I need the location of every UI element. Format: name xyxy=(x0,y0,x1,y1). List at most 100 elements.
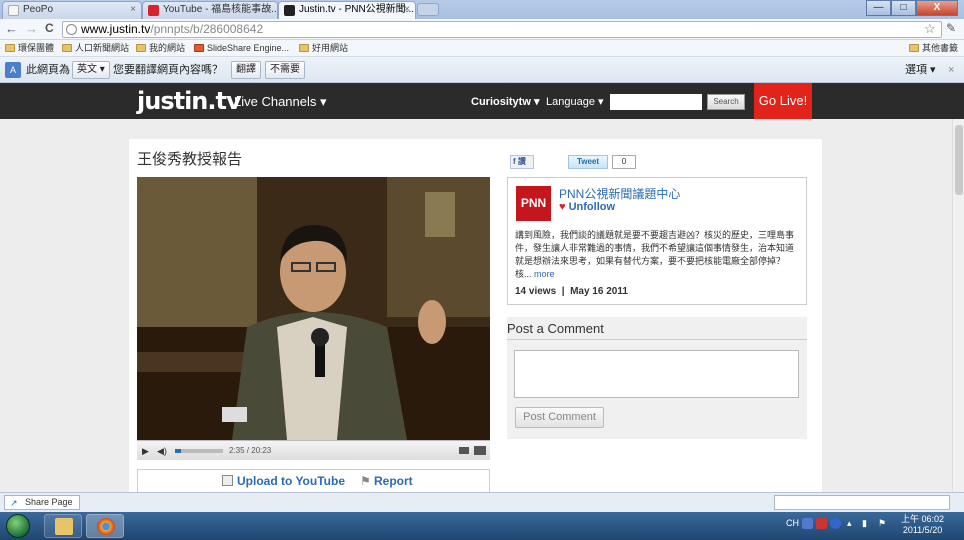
flag-icon[interactable]: ⚑ xyxy=(878,518,886,529)
other-bookmarks[interactable]: 其他書籤 xyxy=(909,40,958,56)
browser-toolbar: ← → C www.justin.tv/pnnpts/b/286008642 xyxy=(0,19,964,40)
taskbar-chrome[interactable] xyxy=(86,514,124,538)
bookmark-item[interactable]: SlideShare Engine... xyxy=(194,40,289,56)
wrench-icon[interactable]: ✎ xyxy=(946,21,956,35)
reload-button[interactable]: C xyxy=(45,21,54,35)
translate-bar: A 此網頁為 英文 ▾ 您要翻譯網頁內容嗎？ 翻譯 不需要 選項 ▾ × xyxy=(0,57,964,83)
close-window-button[interactable]: X xyxy=(916,0,958,16)
maximize-button[interactable]: □ xyxy=(891,0,916,16)
translate-icon: A xyxy=(5,62,21,78)
address-bar[interactable]: www.justin.tv/pnnpts/b/286008642 xyxy=(62,21,942,38)
page-scrollbar[interactable] xyxy=(952,119,964,492)
browser-tab-justintv[interactable]: Justin.tv - PNN公視新聞... × xyxy=(278,1,416,19)
user-menu[interactable]: Curiositytw ▾ xyxy=(471,95,539,108)
bookmark-item[interactable]: 人口新聞網站 xyxy=(62,40,129,56)
tweet-count: 0 xyxy=(612,155,636,169)
search-button[interactable]: Search xyxy=(707,94,745,110)
channel-logo[interactable]: PNN xyxy=(516,186,551,221)
unfollow-button[interactable]: ♥ Unfollow xyxy=(559,201,615,213)
translate-question: 您要翻譯網頁內容嗎？ xyxy=(113,64,223,76)
no-translate-button[interactable]: 不需要 xyxy=(265,61,305,79)
tray-expand-icon[interactable]: ▴ xyxy=(847,518,852,529)
folder-icon xyxy=(55,518,73,535)
share-icon: ↗ xyxy=(10,498,18,508)
bookmark-item[interactable]: 我的網站 xyxy=(136,40,185,56)
folder-icon xyxy=(909,44,919,52)
report-link[interactable]: Report xyxy=(374,470,413,492)
comment-textarea[interactable] xyxy=(514,350,799,398)
browser-tab-youtube[interactable]: YouTube - 福島核能事故... × xyxy=(142,1,278,19)
close-icon[interactable]: × xyxy=(948,57,954,83)
system-clock[interactable]: 上午 06:02 2011/5/20 xyxy=(901,514,944,536)
browser-bottom-shelf: ↗ Share Page xyxy=(0,492,964,512)
settings-icon[interactable] xyxy=(459,447,469,454)
folder-icon xyxy=(136,44,146,52)
time-display: 2:35 / 20:23 xyxy=(229,446,272,455)
bookmark-item[interactable]: 環保團體 xyxy=(5,40,54,56)
comment-section: Post a Comment Post Comment xyxy=(507,317,807,439)
post-comment-button[interactable]: Post Comment xyxy=(515,407,604,428)
start-button[interactable] xyxy=(6,514,30,538)
more-link[interactable]: more xyxy=(534,269,555,279)
translate-options[interactable]: 選項 ▾ xyxy=(905,57,936,83)
browser-tab-peopo[interactable]: PeoPo × xyxy=(2,1,142,19)
upload-icon xyxy=(222,475,233,486)
bookmark-item[interactable]: 好用網站 xyxy=(299,40,348,56)
volume-icon[interactable]: ◀) xyxy=(157,441,167,461)
translate-button[interactable]: 翻譯 xyxy=(231,61,261,79)
help-icon[interactable] xyxy=(830,518,841,529)
back-button[interactable]: ← xyxy=(5,21,18,36)
url-path: /pnnpts/b/286008642 xyxy=(150,22,264,36)
page-title: 王俊秀教授報告 xyxy=(137,151,243,168)
channel-name-link[interactable]: PNN公視新聞議題中心 xyxy=(559,185,680,202)
chrome-icon xyxy=(97,518,115,535)
video-stats: 14 views | May 16 2011 xyxy=(515,286,628,297)
language-select[interactable]: 英文 ▾ xyxy=(72,61,110,79)
url-host: www.justin.tv xyxy=(81,22,151,36)
player-controls: ▶ ◀) 2:35 / 20:23 xyxy=(137,440,490,460)
input-language[interactable]: CH xyxy=(786,518,799,528)
slideshare-icon xyxy=(194,44,204,52)
site-header: justin.tv Live Channels ▾ Curiositytw ▾ … xyxy=(0,83,964,119)
folder-icon xyxy=(5,44,15,52)
minimize-button[interactable]: — xyxy=(866,0,891,16)
scrollbar-thumb[interactable] xyxy=(955,125,963,195)
bookmarks-bar: 環保團體 人口新聞網站 我的網站 SlideShare Engine... 好用… xyxy=(0,40,964,57)
facebook-like-button[interactable]: f 讚 xyxy=(510,155,534,169)
video-frame xyxy=(137,177,490,440)
close-tab-icon[interactable]: × xyxy=(266,2,272,18)
live-channels-menu[interactable]: Live Channels ▾ xyxy=(234,94,327,110)
close-tab-icon[interactable]: × xyxy=(130,2,136,18)
search-input[interactable] xyxy=(610,94,702,110)
language-menu[interactable]: Language ▾ xyxy=(546,95,604,108)
folder-icon xyxy=(299,44,309,52)
tab-label: Justin.tv - PNN公視新聞... xyxy=(299,4,415,15)
bookmark-star-icon[interactable]: ☆ xyxy=(924,21,936,37)
shelf-field[interactable] xyxy=(774,495,950,510)
close-tab-icon[interactable]: × xyxy=(404,2,410,18)
tray-app-icon[interactable] xyxy=(816,518,827,529)
forward-button[interactable]: → xyxy=(25,21,38,36)
tweet-button[interactable]: Tweet xyxy=(568,155,608,169)
video-player[interactable] xyxy=(137,177,490,440)
flag-icon: ⚑ xyxy=(360,474,371,488)
new-tab-button[interactable] xyxy=(417,3,439,16)
comment-heading: Post a Comment xyxy=(507,321,604,336)
translate-prefix: 此網頁為 xyxy=(26,64,70,76)
share-page-button[interactable]: ↗ Share Page xyxy=(4,495,80,510)
site-logo[interactable]: justin.tv xyxy=(137,87,242,115)
justintv-icon xyxy=(284,5,295,16)
progress-track[interactable] xyxy=(175,449,223,453)
taskbar-explorer[interactable] xyxy=(44,514,82,538)
tab-label: PeoPo xyxy=(23,4,54,15)
fullscreen-icon[interactable] xyxy=(474,446,486,455)
go-live-button[interactable]: Go Live! xyxy=(754,83,812,119)
channel-info-box: PNN PNN公視新聞議題中心 ♥ Unfollow 講到風險，我們談的議題就是… xyxy=(507,177,807,305)
ime-icon[interactable] xyxy=(802,518,813,529)
youtube-icon xyxy=(148,5,159,16)
play-icon[interactable]: ▶ xyxy=(142,441,149,461)
upload-youtube-link[interactable]: Upload to YouTube xyxy=(237,470,345,492)
folder-icon xyxy=(62,44,72,52)
page-icon xyxy=(8,5,19,16)
network-icon[interactable]: ▮ xyxy=(862,518,867,529)
